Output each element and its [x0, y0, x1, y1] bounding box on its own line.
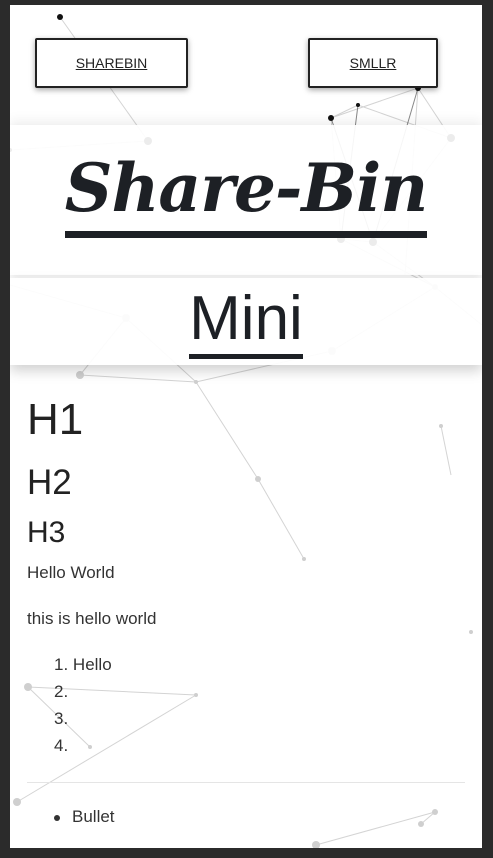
list-item: 2.	[54, 682, 112, 709]
heading-h2: H2	[27, 463, 72, 502]
list-number: 1.	[54, 655, 69, 674]
page-title-text[interactable]: Share-Bin	[64, 145, 428, 238]
paragraph-hello-world: this is hello world	[27, 609, 157, 628]
list-item: 4.	[54, 736, 112, 763]
list-item: Bullet	[54, 807, 115, 827]
list-number: 4.	[54, 736, 69, 755]
page-subtitle-text[interactable]: Mini	[189, 284, 303, 359]
list-item: 3.	[54, 709, 112, 736]
page-title[interactable]: Share-Bin	[10, 145, 482, 238]
divider	[27, 782, 465, 783]
list-number: 3.	[54, 709, 69, 728]
paragraph-hello: Hello World	[27, 563, 115, 582]
list-text: Hello	[72, 655, 112, 674]
page-subtitle[interactable]: Mini	[10, 283, 482, 359]
heading-h3: H3	[27, 516, 66, 549]
smllr-button[interactable]: SMLLR	[308, 38, 438, 88]
sharebin-button[interactable]: SHAREBIN	[35, 38, 188, 88]
list-number: 2.	[54, 682, 69, 701]
unordered-list: Bullet	[54, 807, 115, 827]
list-item: 1. Hello	[54, 655, 112, 682]
list-text: Bullet	[72, 807, 115, 826]
page-frame: SHAREBIN SMLLR Share-Bin Mini H1 H2 H3 H…	[10, 5, 482, 848]
heading-h1: H1	[27, 395, 84, 444]
bullet-icon	[54, 814, 60, 821]
ordered-list: 1. Hello 2. 3. 4.	[54, 655, 112, 763]
top-nav: SHAREBIN SMLLR	[10, 5, 482, 125]
